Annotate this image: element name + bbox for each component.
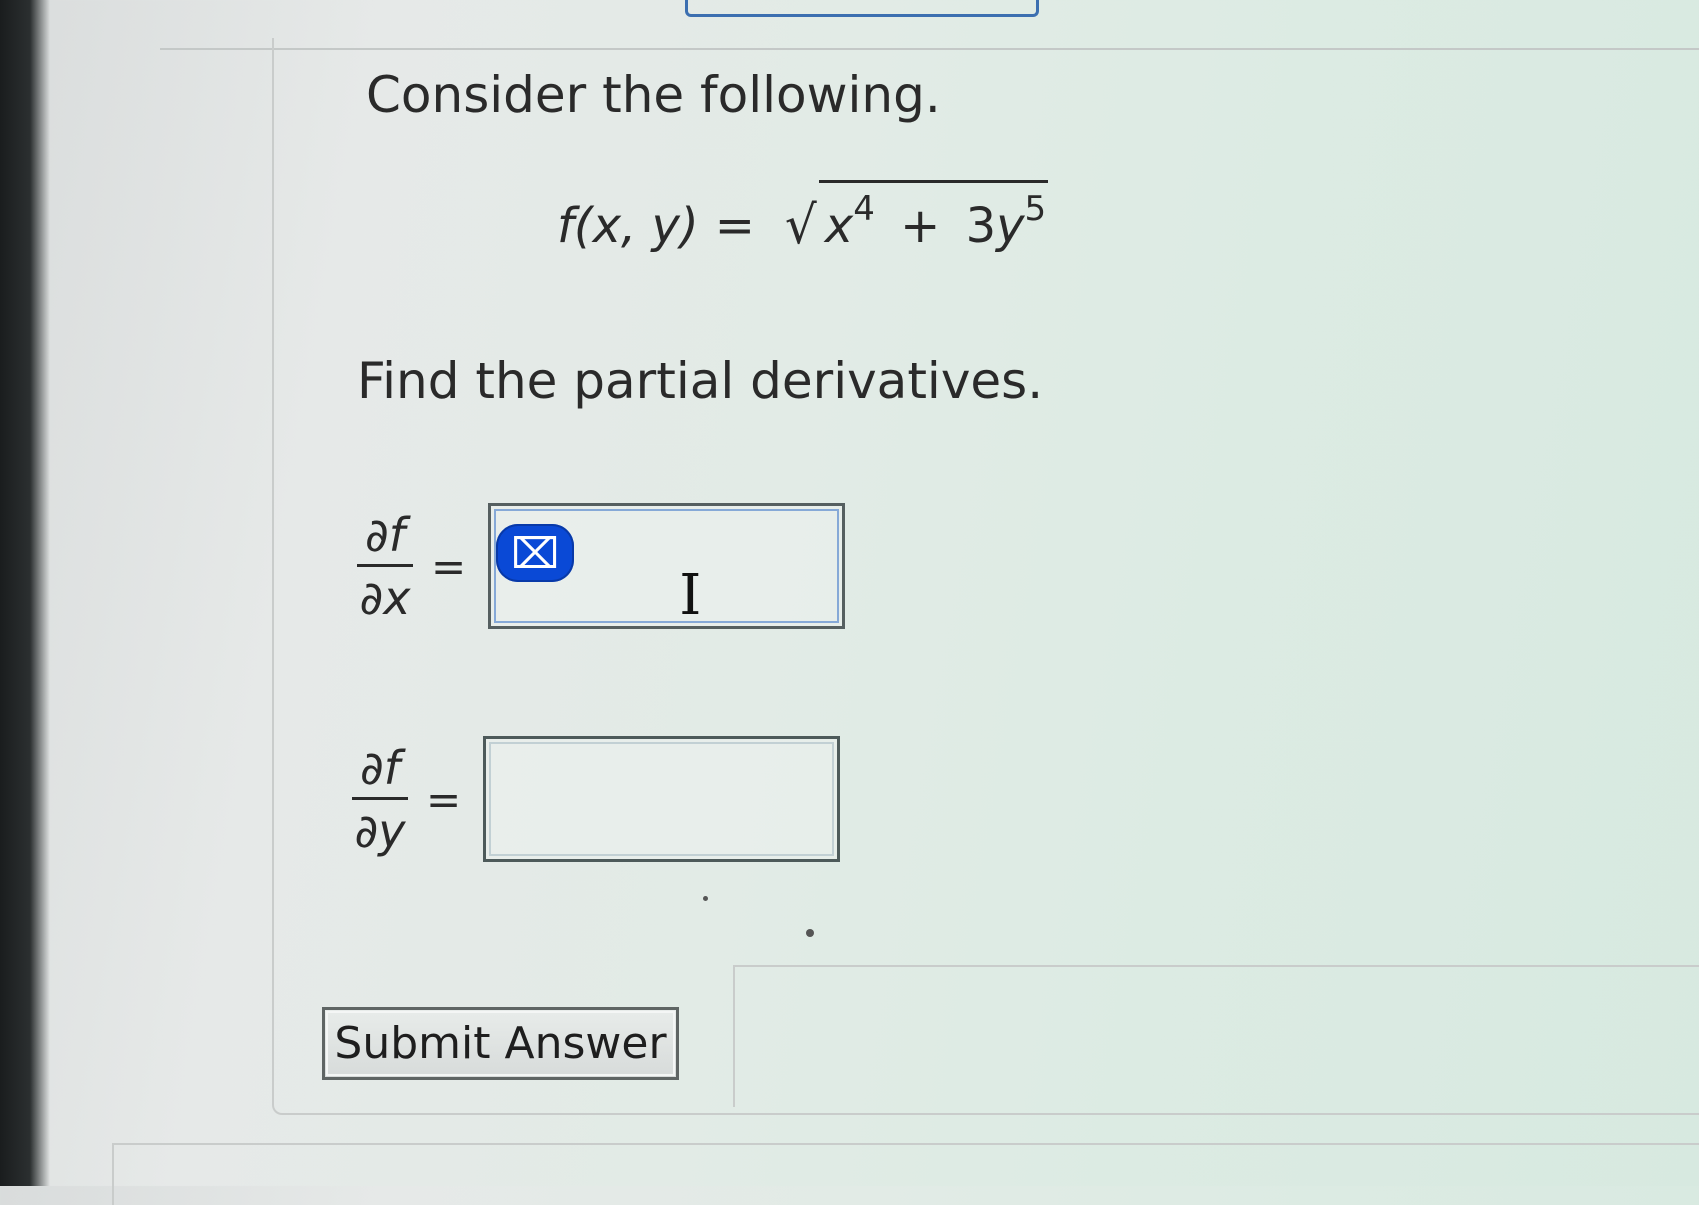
term1-exponent: 4	[853, 189, 875, 229]
clear-format-icon: ⌧	[511, 528, 560, 578]
partial-symbol: ∂	[360, 740, 384, 795]
partial-y-equals: =	[426, 774, 462, 824]
numerator-variable: f	[388, 507, 405, 562]
numerator-variable: f	[383, 740, 400, 795]
question-instruction: Find the partial derivatives.	[357, 352, 1044, 410]
term1-base: x	[824, 198, 854, 254]
text-cursor-icon: I	[679, 563, 702, 628]
partial-x-row: ∂f ∂x = ⌧ I	[357, 503, 846, 629]
partial-x-fraction: ∂f ∂x	[357, 512, 413, 621]
adjacent-panel	[733, 965, 1699, 1107]
radicand: x4 + 3y5	[818, 180, 1049, 254]
partial-x-numerator: ∂f	[357, 512, 413, 567]
screen-dust	[806, 929, 814, 937]
partial-y-answer-input[interactable]	[483, 736, 841, 862]
sqrt-symbol: √	[784, 194, 817, 256]
term2-exponent: 5	[1024, 189, 1047, 229]
denominator-variable: x	[383, 570, 411, 625]
denominator-variable: y	[378, 803, 406, 858]
partial-x-equals: =	[431, 541, 467, 591]
function-definition: f(x, y) = √ x4 + 3y5	[557, 170, 1049, 256]
term2-base: y	[996, 198, 1025, 254]
screen-dust	[703, 896, 708, 901]
question-intro: Consider the following.	[366, 66, 941, 124]
partial-y-row: ∂f ∂y =	[352, 736, 841, 862]
previous-button-outline[interactable]	[685, 0, 1039, 17]
term2-coefficient: 3	[965, 198, 997, 254]
function-equals: =	[714, 198, 755, 254]
partial-y-denominator: ∂y	[354, 800, 405, 854]
partial-symbol: ∂	[365, 507, 389, 562]
partial-y-fraction: ∂f ∂y	[352, 745, 408, 854]
submit-answer-button[interactable]: Submit Answer	[322, 1007, 679, 1080]
partial-x-answer-input[interactable]: ⌧ I	[488, 503, 846, 629]
next-section-frame	[112, 1143, 1699, 1205]
partial-symbol: ∂	[359, 570, 384, 625]
screen-edge-shadow	[0, 0, 50, 1186]
function-lhs: f(x, y)	[557, 198, 699, 254]
plus-operator: +	[900, 198, 941, 254]
partial-symbol: ∂	[354, 803, 379, 858]
clear-format-button[interactable]: ⌧	[496, 524, 575, 582]
partial-y-numerator: ∂f	[352, 745, 408, 800]
partial-x-denominator: ∂x	[359, 567, 410, 621]
